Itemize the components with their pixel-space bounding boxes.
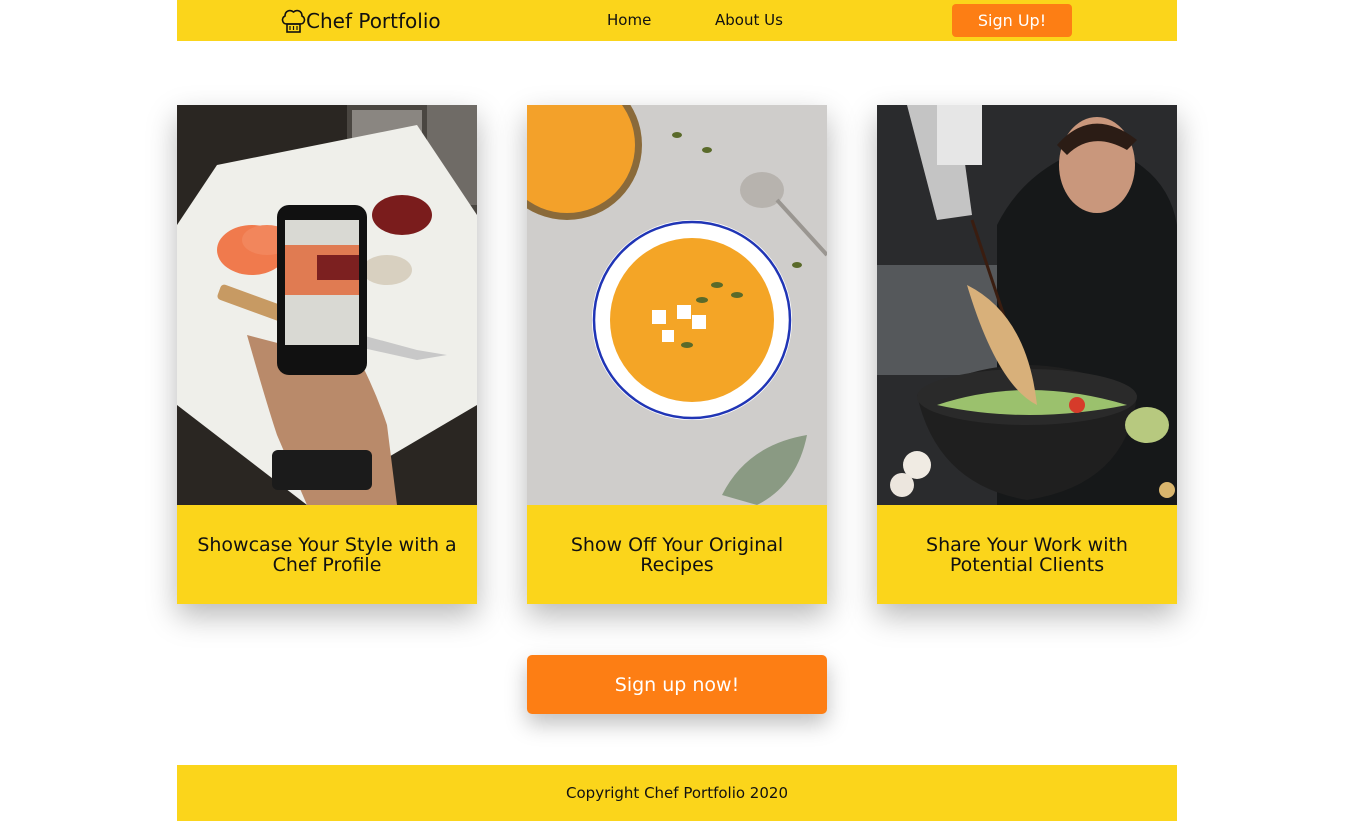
page: Chef Portfolio Home About Us Sign Up! Sh… [0, 0, 1372, 821]
card-title: Showcase Your Style with a Chef Profile [197, 533, 457, 576]
chef-hat-icon [281, 9, 306, 33]
brand-name: Chef Portfolio [306, 9, 441, 33]
copyright-text: Copyright Chef Portfolio 2020 [566, 784, 788, 802]
feature-card-clients: Share Your Work with Potential Clients [877, 105, 1177, 604]
card-image-soup-bowl [527, 105, 827, 505]
card-title: Share Your Work with Potential Clients [926, 533, 1128, 576]
feature-card-profile: Showcase Your Style with a Chef Profile [177, 105, 477, 604]
site-footer: Copyright Chef Portfolio 2020 [177, 765, 1177, 821]
site-header: Chef Portfolio Home About Us Sign Up! [177, 0, 1177, 41]
signup-now-button[interactable]: Sign up now! [527, 655, 827, 714]
brand-logo[interactable]: Chef Portfolio [281, 6, 441, 36]
card-title: Show Off Your Original Recipes [570, 533, 784, 576]
signup-button[interactable]: Sign Up! [952, 4, 1072, 37]
nav-home-link[interactable]: Home [607, 11, 651, 29]
nav-about-link[interactable]: About Us [715, 11, 783, 29]
card-image-chef-plating [877, 105, 1177, 505]
feature-card-recipes: Show Off Your Original Recipes [527, 105, 827, 604]
card-image-phone-photo [177, 105, 477, 505]
